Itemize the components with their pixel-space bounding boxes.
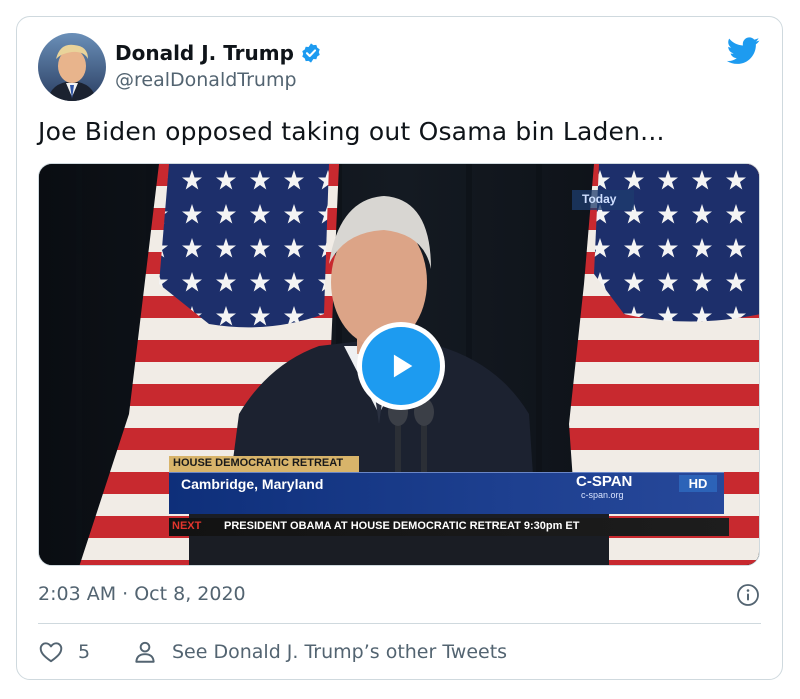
author-name[interactable]: Donald J. Trump bbox=[115, 41, 294, 65]
next-label: NEXT bbox=[172, 520, 202, 532]
person-icon bbox=[135, 641, 155, 663]
twitter-bird-icon[interactable] bbox=[727, 37, 760, 65]
channel-tag: Today bbox=[572, 190, 634, 210]
chyron-title: HOUSE DEMOCRATIC RETREAT bbox=[169, 456, 359, 472]
heart-icon bbox=[39, 642, 63, 663]
info-icon[interactable] bbox=[736, 583, 760, 607]
avatar[interactable] bbox=[38, 33, 106, 101]
tweet-timestamp[interactable]: 2:03 AM · Oct 8, 2020 bbox=[38, 583, 246, 605]
tweet-card: Donald J. Trump @realDonaldTrump Joe Bid… bbox=[16, 16, 783, 680]
hd-badge: HD bbox=[679, 475, 717, 492]
chyron-location: Cambridge, Maryland bbox=[181, 476, 324, 492]
see-other-tweets-label: See Donald J. Trump’s other Tweets bbox=[172, 641, 508, 663]
see-other-tweets-link[interactable]: See Donald J. Trump’s other Tweets bbox=[132, 639, 507, 665]
play-icon bbox=[393, 354, 413, 378]
network-url: c-span.org bbox=[581, 490, 624, 500]
author-handle[interactable]: @realDonaldTrump bbox=[115, 69, 297, 91]
network-logo: C-SPAN bbox=[576, 473, 633, 490]
like-button[interactable]: 5 bbox=[38, 639, 90, 665]
next-text: PRESIDENT OBAMA AT HOUSE DEMOCRATIC RETR… bbox=[224, 520, 580, 532]
play-button[interactable] bbox=[357, 322, 445, 410]
video-player[interactable]: Today HOUSE DEMOCRATIC RETREAT Cambridge… bbox=[38, 163, 760, 566]
verified-badge-icon bbox=[302, 43, 320, 63]
like-count: 5 bbox=[78, 641, 91, 663]
divider bbox=[38, 623, 761, 624]
tweet-text: Joe Biden opposed taking out Osama bin L… bbox=[38, 117, 665, 146]
